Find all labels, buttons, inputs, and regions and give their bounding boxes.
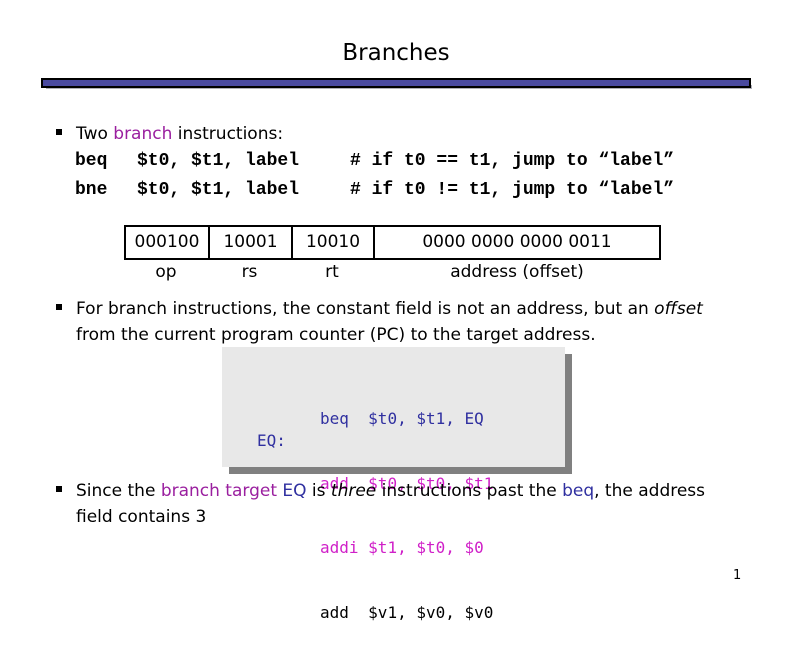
bullet-icon xyxy=(56,129,62,135)
bne-comment: # if t0 != t1, jump to “label” xyxy=(350,180,675,200)
bullet-offset: For branch instructions, the constant fi… xyxy=(56,296,703,323)
bne-args: $t0, $t1, label xyxy=(137,180,300,200)
bne-line: bne xyxy=(75,180,108,200)
label-rt: rt xyxy=(325,262,339,282)
page-number: 1 xyxy=(733,568,742,583)
branch-highlight: branch xyxy=(113,124,173,144)
code-line: addi $t1, $t0, $0 xyxy=(320,538,484,557)
bullet-offset-line2: from the current program counter (PC) to… xyxy=(76,325,596,345)
beq-args: $t0, $t1, label xyxy=(137,151,300,171)
bullet-icon xyxy=(56,486,62,492)
beq-comment: # if t0 == t1, jump to “label” xyxy=(350,151,675,171)
beq-line: beq xyxy=(75,151,108,171)
instruction-encoding: 000100 10001 10010 0000 0000 0000 0011 xyxy=(124,225,661,260)
label-address: address (offset) xyxy=(450,262,584,282)
field-op: 000100 xyxy=(126,227,210,258)
field-address: 0000 0000 0000 0011 xyxy=(422,232,612,252)
label-rs: rs xyxy=(241,262,258,282)
field-rt: 10010 xyxy=(293,227,375,258)
bullet-two-branch: Two branch instructions: xyxy=(56,121,283,148)
field-rs: 10001 xyxy=(210,227,293,258)
bullet-icon xyxy=(56,304,62,310)
code-line: add $v1, $v0, $v0 xyxy=(320,602,494,622)
bullet-three-line2: field contains 3 xyxy=(76,507,207,527)
code-label-eq: EQ: xyxy=(257,431,286,450)
label-op: op xyxy=(155,262,177,282)
code-line: beq $t0, $t1, EQ xyxy=(320,409,484,428)
bullet-three: Since the branch target EQ is three inst… xyxy=(56,478,705,505)
title-rule xyxy=(41,78,751,88)
slide-title: Branches xyxy=(342,40,450,66)
